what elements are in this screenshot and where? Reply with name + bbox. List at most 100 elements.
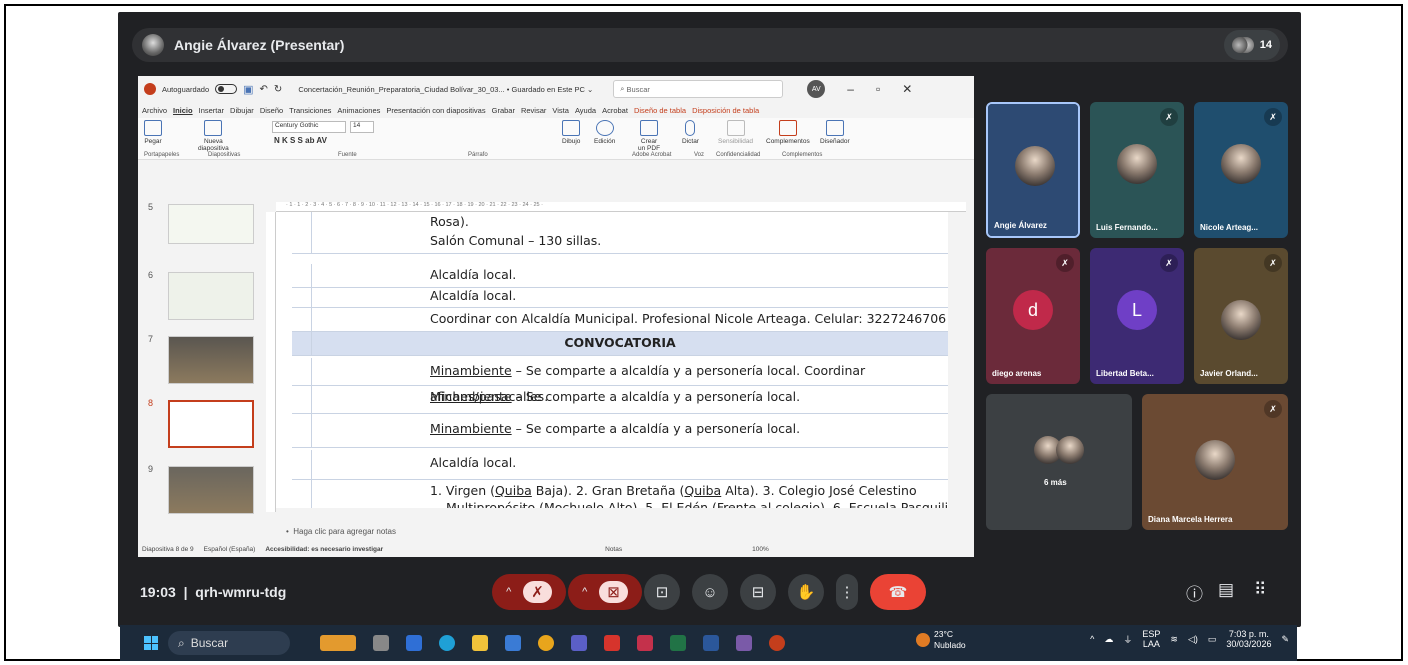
menu-acrobat[interactable]: Acrobat bbox=[602, 106, 628, 115]
edit-button[interactable]: Edición bbox=[594, 120, 615, 145]
slide-thumb-7[interactable] bbox=[168, 336, 254, 384]
battery-icon[interactable]: ▭ bbox=[1208, 634, 1217, 645]
activities-icon[interactable]: ⠿ bbox=[1254, 580, 1266, 600]
participant-tile[interactable]: ✗ Javier Orland... bbox=[1194, 248, 1288, 384]
menu-transiciones[interactable]: Transiciones bbox=[289, 106, 331, 115]
font-select[interactable]: Century Gothic bbox=[272, 121, 346, 133]
table-row[interactable]: Alcaldía local. bbox=[292, 450, 948, 480]
menu-archivo[interactable]: Archivo bbox=[142, 106, 167, 115]
windows-start-icon[interactable] bbox=[144, 636, 158, 650]
menu-diseno[interactable]: Diseño bbox=[260, 106, 283, 115]
menu-dibujar[interactable]: Dibujar bbox=[230, 106, 254, 115]
powerpoint-window[interactable]: Autoguardado ▣ ↶ ↻ Concertación_Reunión_… bbox=[138, 76, 974, 557]
captions-button[interactable]: ⊟ bbox=[740, 574, 776, 610]
chrome-icon[interactable] bbox=[538, 635, 554, 651]
create-pdf-button[interactable]: Crear un PDF bbox=[638, 120, 660, 152]
more-options-button[interactable]: ⋮ bbox=[836, 574, 858, 610]
language-indicator[interactable]: Español (España) bbox=[204, 546, 256, 553]
font-style-buttons[interactable]: N K S S ab AV bbox=[274, 136, 327, 145]
weather-widget[interactable]: 23°C Nublado bbox=[916, 629, 966, 651]
participant-tile[interactable]: Angie Álvarez bbox=[986, 102, 1080, 238]
leave-call-button[interactable]: ☎ bbox=[870, 574, 926, 610]
minimize-icon[interactable]: – bbox=[847, 82, 854, 96]
widget-app-icon[interactable] bbox=[320, 635, 356, 651]
menu-animaciones[interactable]: Animaciones bbox=[337, 106, 380, 115]
notes-button[interactable]: Notas bbox=[605, 546, 622, 553]
redo-icon[interactable]: ↻ bbox=[274, 84, 282, 95]
menu-disposicion-tabla[interactable]: Disposición de tabla bbox=[692, 106, 759, 115]
powerpoint-icon[interactable] bbox=[769, 635, 785, 651]
app-icon[interactable] bbox=[736, 635, 752, 651]
undo-icon[interactable]: ↶ bbox=[260, 84, 268, 95]
table-row[interactable]: Minambiente – Se comparte a alcaldía y a… bbox=[292, 386, 948, 414]
file-explorer-icon[interactable] bbox=[472, 635, 488, 651]
participant-tile[interactable]: ✗ Luis Fernando... bbox=[1090, 102, 1184, 238]
store-icon[interactable] bbox=[505, 635, 521, 651]
menu-insertar[interactable]: Insertar bbox=[199, 106, 224, 115]
word-icon[interactable] bbox=[703, 635, 719, 651]
new-slide-button[interactable]: Nueva diapositiva bbox=[198, 120, 229, 152]
excel-icon[interactable] bbox=[670, 635, 686, 651]
menu-vista[interactable]: Vista bbox=[552, 106, 569, 115]
table-row[interactable]: Minambiente – Se comparte a alcaldía y a… bbox=[292, 358, 948, 404]
menu-revisar[interactable]: Revisar bbox=[521, 106, 546, 115]
save-icon[interactable]: ▣ bbox=[243, 83, 253, 96]
maximize-icon[interactable]: ▫ bbox=[876, 82, 880, 96]
participant-tile[interactable]: ✗ d diego arenas bbox=[986, 248, 1080, 384]
menu-diseno-tabla[interactable]: Diseño de tabla bbox=[634, 106, 686, 115]
ppt-search-input[interactable]: ⌕ Buscar bbox=[613, 80, 784, 98]
zoom-level[interactable]: 100% bbox=[752, 546, 769, 553]
menu-inicio[interactable]: Inicio bbox=[173, 106, 193, 115]
participant-tile-more[interactable]: 6 más bbox=[986, 394, 1132, 530]
sensitivity-button[interactable]: Sensibilidad bbox=[718, 120, 753, 145]
people-button[interactable]: 14 bbox=[1223, 30, 1280, 60]
paste-button[interactable]: Pegar bbox=[144, 120, 162, 145]
taskbar-search[interactable]: ⌕ Buscar bbox=[168, 631, 290, 655]
task-view-icon[interactable] bbox=[373, 635, 389, 651]
camera-button[interactable]: ^ ⊠ bbox=[568, 574, 642, 610]
raise-hand-button[interactable]: ✋ bbox=[788, 574, 824, 610]
app-grid-icon[interactable] bbox=[637, 635, 653, 651]
slide-thumb-5[interactable] bbox=[168, 204, 254, 244]
acrobat-icon[interactable] bbox=[604, 635, 620, 651]
slide-thumb-8[interactable] bbox=[168, 400, 254, 448]
chevron-up-icon[interactable]: ^ bbox=[582, 586, 587, 598]
volume-icon[interactable]: ◁) bbox=[1188, 634, 1198, 645]
vertical-scrollbar[interactable] bbox=[950, 212, 968, 512]
info-icon[interactable]: ⓘ bbox=[1186, 580, 1203, 605]
cloud-icon[interactable]: ☁ bbox=[1104, 634, 1113, 645]
draw-button[interactable]: Dibujo bbox=[562, 120, 580, 145]
table-row[interactable]: Minambiente – Se comparte a alcaldía y a… bbox=[292, 414, 948, 448]
table-row[interactable]: Alcaldía local. bbox=[292, 264, 948, 288]
participant-tile[interactable]: ✗ L Libertad Beta... bbox=[1090, 248, 1184, 384]
chevron-up-icon[interactable]: ^ bbox=[506, 586, 511, 598]
user-avatar[interactable]: AV bbox=[807, 80, 826, 98]
chat-icon[interactable]: ▤ bbox=[1218, 580, 1234, 600]
participant-tile[interactable]: ✗ Diana Marcela Herrera bbox=[1142, 394, 1288, 530]
present-button[interactable]: ⊡ bbox=[644, 574, 680, 610]
slide-thumb-9[interactable] bbox=[168, 466, 254, 514]
usb-icon[interactable]: ⏚ bbox=[1123, 633, 1132, 646]
close-icon[interactable]: ✕ bbox=[902, 82, 912, 96]
wifi-icon[interactable]: ≋ bbox=[1170, 634, 1178, 645]
clock[interactable]: 7:03 p. m. 30/03/2026 bbox=[1226, 629, 1271, 649]
designer-button[interactable]: Diseñador bbox=[820, 120, 850, 145]
table-row-header[interactable]: CONVOCATORIA bbox=[292, 332, 948, 356]
presenter-bar[interactable]: Angie Álvarez (Presentar) 14 bbox=[132, 28, 1288, 62]
slide-thumb-6[interactable] bbox=[168, 272, 254, 320]
language-indicator[interactable]: ESP LAA bbox=[1142, 629, 1160, 649]
accessibility-status[interactable]: Accesibilidad: es necesario investigar bbox=[265, 546, 383, 553]
tray-chevron-icon[interactable]: ^ bbox=[1090, 634, 1094, 644]
slide-canvas[interactable]: Rosa). Salón Comunal – 130 sillas. Alcal… bbox=[276, 212, 948, 508]
menu-grabar[interactable]: Grabar bbox=[492, 106, 515, 115]
app-icon[interactable] bbox=[406, 635, 422, 651]
autosave-toggle[interactable] bbox=[215, 84, 238, 94]
mic-button[interactable]: ^ ✗ bbox=[492, 574, 566, 610]
reactions-button[interactable]: ☺ bbox=[692, 574, 728, 610]
font-size-select[interactable]: 14 bbox=[350, 121, 374, 133]
table-row[interactable]: Salón Comunal – 130 sillas. bbox=[292, 230, 948, 254]
menu-presentacion[interactable]: Presentación con diapositivas bbox=[386, 106, 485, 115]
notifications-icon[interactable]: ✎ bbox=[1281, 634, 1289, 645]
participant-tile[interactable]: ✗ Nicole Arteag... bbox=[1194, 102, 1288, 238]
teams-icon[interactable] bbox=[571, 635, 587, 651]
